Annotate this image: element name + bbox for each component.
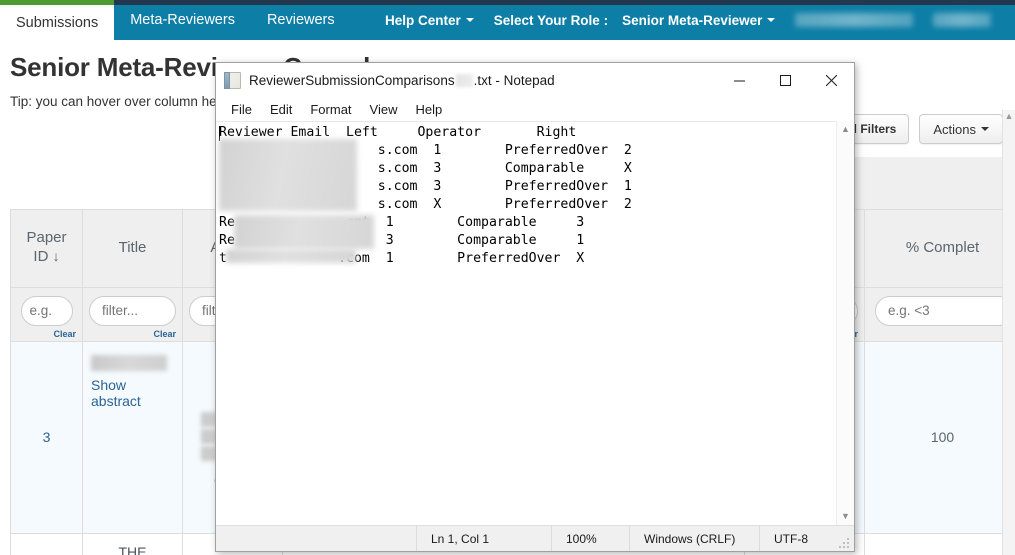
email-redaction-block <box>234 215 374 249</box>
menu-view[interactable]: View <box>361 100 407 119</box>
column-header-percent-complete[interactable]: % Complet <box>864 208 1015 288</box>
notepad-title-prefix: ReviewerSubmissionComparisons <box>249 72 455 88</box>
menu-edit[interactable]: Edit <box>261 100 301 119</box>
filter-input-title[interactable] <box>89 295 176 326</box>
chevron-down-icon <box>465 18 474 22</box>
cell-percent-complete <box>864 532 1015 555</box>
column-header-paper-id-label: Paper ID <box>26 229 67 265</box>
notepad-text-area[interactable]: Reviewer Email Left Operator Right s.com… <box>216 121 854 525</box>
maximize-button[interactable] <box>762 63 808 97</box>
filter-cell-title: Clear <box>82 286 183 342</box>
status-line-ending: Windows (CRLF) <box>629 525 759 551</box>
notepad-window-controls <box>716 63 854 97</box>
chevron-down-icon <box>767 18 776 22</box>
help-center-label: Help Center <box>385 12 461 28</box>
menu-file[interactable]: File <box>222 100 261 119</box>
scroll-down-icon[interactable]: ▼ <box>837 508 854 525</box>
filter-input-paper-id[interactable] <box>20 295 73 326</box>
cell-paper-id: 3 <box>10 340 83 534</box>
status-zoom-level: 100% <box>551 525 629 551</box>
tab-meta-reviewers[interactable]: Meta-Reviewers <box>114 0 251 40</box>
filter-input-percent-complete[interactable] <box>875 295 1015 326</box>
cell-percent-complete: 100 <box>864 340 1015 534</box>
navbar-redacted-item-1[interactable] <box>795 13 914 27</box>
notepad-title: ReviewerSubmissionComparisons .txt - Not… <box>249 73 555 88</box>
minimize-button[interactable] <box>716 63 762 97</box>
notepad-vertical-scrollbar[interactable]: ▲ ▼ <box>836 121 854 525</box>
close-button[interactable] <box>808 63 854 97</box>
filter-clear-percent-complete[interactable]: Cl <box>875 329 1014 339</box>
notepad-status-bar: Ln 1, Col 1 100% Windows (CRLF) UTF-8 <box>216 525 854 551</box>
navbar-right-group: Help Center Select Your Role : Senior Me… <box>375 0 1001 40</box>
notepad-window[interactable]: ReviewerSubmissionComparisons .txt - Not… <box>215 62 855 552</box>
title-redaction <box>91 354 168 371</box>
filter-cell-percent-complete: Cl <box>864 286 1015 342</box>
actions-label: Actions <box>933 121 976 137</box>
tab-submissions[interactable]: Submissions <box>0 0 115 40</box>
sort-descending-icon: ↓ <box>52 248 60 264</box>
role-selector-menu[interactable]: Senior Meta-Reviewer <box>612 13 785 28</box>
notepad-menubar: File Edit Format View Help <box>216 97 854 121</box>
filter-cell-paper-id: Clear <box>10 286 83 342</box>
notepad-titlebar[interactable]: ReviewerSubmissionComparisons .txt - Not… <box>216 63 854 97</box>
cell-title: THE <box>82 532 183 555</box>
chevron-down-icon <box>981 127 989 131</box>
menu-format[interactable]: Format <box>301 100 360 119</box>
email-redaction-block <box>226 249 356 263</box>
scroll-up-icon[interactable]: ▲ <box>837 121 854 138</box>
tab-submissions-label: Submissions <box>16 14 99 31</box>
current-role-label: Senior Meta-Reviewer <box>622 12 763 28</box>
cell-title: Show abstract <box>82 340 183 534</box>
page-vertical-scrollbar[interactable]: ▲ <box>1002 110 1015 555</box>
notepad-title-suffix: .txt - Notepad <box>473 72 555 88</box>
filter-clear-paper-id[interactable]: Clear <box>17 329 76 339</box>
resize-grip-icon[interactable] <box>839 536 851 548</box>
navbar-redacted-item-2[interactable] <box>933 13 992 27</box>
email-redaction-block <box>219 139 357 211</box>
status-spacer <box>216 526 416 552</box>
screen: Submissions Meta-Reviewers Reviewers Hel… <box>0 0 1015 555</box>
notepad-icon <box>224 71 241 89</box>
tab-meta-reviewers-label: Meta-Reviewers <box>130 12 235 28</box>
filter-clear-title[interactable]: Clear <box>89 329 176 339</box>
tab-reviewers[interactable]: Reviewers <box>251 0 351 40</box>
scroll-up-icon[interactable]: ▲ <box>1003 110 1015 123</box>
page-tip: Tip: you can hover over column heads <box>10 94 239 109</box>
cell-paper-id <box>10 532 83 555</box>
actions-dropdown-button[interactable]: Actions <box>919 114 1003 144</box>
tab-reviewers-label: Reviewers <box>266 12 335 28</box>
column-header-title[interactable]: Title <box>82 208 183 288</box>
notepad-title-redaction <box>455 73 473 87</box>
status-cursor-position: Ln 1, Col 1 <box>416 525 551 551</box>
select-role-label: Select Your Role : <box>493 12 609 28</box>
column-header-paper-id[interactable]: Paper ID ↓ <box>10 208 83 288</box>
navbar-tabs: Submissions Meta-Reviewers Reviewers <box>0 0 351 40</box>
top-navbar: Submissions Meta-Reviewers Reviewers Hel… <box>0 0 1015 40</box>
help-center-menu[interactable]: Help Center <box>375 13 484 28</box>
show-abstract-link[interactable]: Show abstract <box>91 377 141 409</box>
menu-help[interactable]: Help <box>406 100 451 119</box>
